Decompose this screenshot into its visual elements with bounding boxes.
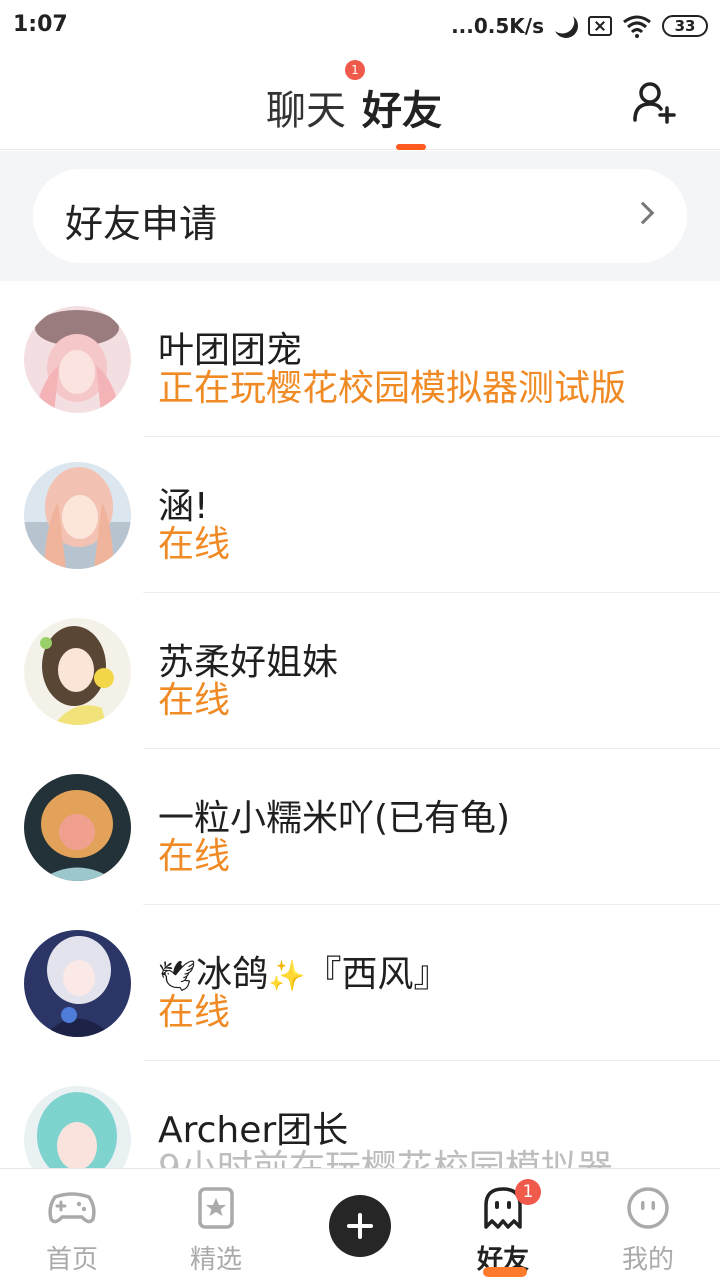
nav-friends[interactable]: 1 好友 xyxy=(443,1169,563,1280)
friend-status: 9小时前在玩樱花校园模拟器 xyxy=(158,1139,613,1168)
tab-chat[interactable]: 聊天 xyxy=(266,78,346,136)
avatar[interactable] xyxy=(24,306,131,413)
nav-label: 我的 xyxy=(621,1245,674,1275)
friend-status: 在线 xyxy=(158,836,231,877)
list-item[interactable]: Archer团长 9小时前在玩樱花校园模拟器 xyxy=(0,1061,720,1168)
friend-status: 在线 xyxy=(158,992,231,1033)
nav-featured[interactable]: 精选 xyxy=(156,1169,276,1280)
friend-request-button[interactable]: 好友申请 xyxy=(33,169,687,263)
friend-request-section: 好友申请 xyxy=(0,151,720,281)
nav-label: 首页 xyxy=(45,1245,98,1275)
status-bar: 1:07 ...0.5K/s 33 xyxy=(0,0,720,52)
list-item[interactable]: 叶团团宠 正在玩樱花校园模拟器测试版 xyxy=(0,281,720,437)
status-time: 1:07 xyxy=(13,12,68,37)
star-icon xyxy=(198,1187,234,1229)
nav-label: 精选 xyxy=(189,1245,242,1275)
avatar[interactable] xyxy=(24,930,131,1037)
list-item[interactable]: 涵! 在线 xyxy=(0,437,720,593)
friend-request-label: 好友申请 xyxy=(65,202,218,246)
network-speed: ...0.5K/s xyxy=(451,14,544,38)
bottom-nav: 首页 精选 1 好友 我的 xyxy=(0,1168,720,1280)
list-item[interactable]: 苏柔好姐妹 在线 xyxy=(0,593,720,749)
chevron-right-icon xyxy=(631,201,655,225)
wifi-icon xyxy=(623,15,651,38)
active-nav-indicator xyxy=(483,1267,527,1277)
friend-status: 在线 xyxy=(158,680,231,721)
nav-me[interactable]: 我的 xyxy=(588,1169,708,1280)
battery-icon: 33 xyxy=(662,15,708,37)
active-tab-indicator xyxy=(396,144,426,150)
status-icons: ...0.5K/s 33 xyxy=(451,12,708,40)
friend-status: 在线 xyxy=(158,524,231,565)
sparkles-icon: ✨ xyxy=(268,959,306,994)
add-user-icon[interactable] xyxy=(630,78,680,128)
moon-icon xyxy=(551,11,582,42)
chat-unread-badge: 1 xyxy=(345,60,365,80)
avatar[interactable] xyxy=(24,618,131,725)
list-item[interactable]: 一粒小糯米吖(已有龟) 在线 xyxy=(0,749,720,905)
header: 聊天 1 好友 xyxy=(0,52,720,150)
friend-list: 叶团团宠 正在玩樱花校园模拟器测试版 涵! 在线 苏柔好姐妹 在线 一粒小糯米吖… xyxy=(0,281,720,1168)
nav-home[interactable]: 首页 xyxy=(12,1169,132,1280)
list-item[interactable]: 🕊冰鸽✨『西风』 在线 xyxy=(0,905,720,1061)
friends-unread-badge: 1 xyxy=(515,1179,541,1205)
avatar[interactable] xyxy=(24,774,131,881)
face-icon xyxy=(627,1187,669,1229)
friend-status: 正在玩樱花校园模拟器测试版 xyxy=(158,368,627,409)
gamepad-icon xyxy=(48,1192,96,1224)
friend-name-suffix: 『西风』 xyxy=(305,954,450,995)
plus-icon[interactable] xyxy=(329,1195,391,1257)
avatar[interactable] xyxy=(24,1086,131,1168)
sim-off-icon xyxy=(588,16,612,36)
avatar[interactable] xyxy=(24,462,131,569)
tab-friends[interactable]: 好友 xyxy=(362,78,442,136)
